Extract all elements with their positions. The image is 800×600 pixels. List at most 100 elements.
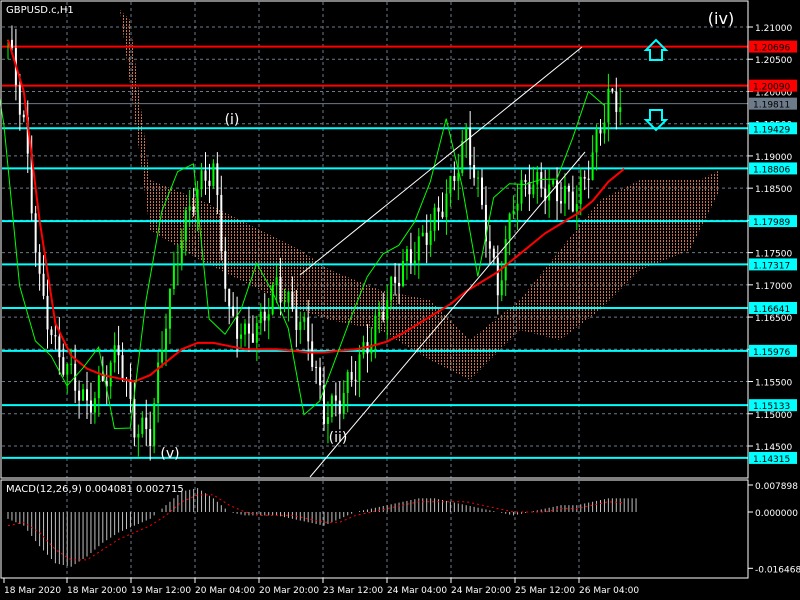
price-bar-body [161, 350, 164, 363]
price-bar-body [449, 175, 452, 194]
price-bar-body [287, 291, 290, 303]
price-bar-body [409, 249, 412, 264]
price-bar-body [599, 129, 602, 134]
price-bar-body [437, 207, 440, 212]
time-label: 20 Mar 20:00 [259, 586, 319, 596]
price-bar-body [145, 417, 148, 430]
macd-tick-label: 0.007898 [755, 482, 798, 492]
price-chart[interactable]: 1.210001.205001.200001.195001.190001.185… [0, 0, 800, 600]
price-bar-body [583, 176, 586, 179]
price-bar-body [433, 207, 436, 231]
time-label: 23 Mar 12:00 [323, 586, 383, 596]
cyan-level-tag-label: 1.17989 [753, 218, 790, 228]
price-bar-body [512, 210, 515, 214]
cyan-level-tag-label: 1.15133 [753, 402, 790, 412]
price-bar-body [275, 277, 278, 286]
price-bar-body [477, 177, 480, 179]
price-bar-body [492, 248, 495, 258]
price-bar-body [46, 295, 49, 330]
price-bar-body [82, 389, 85, 401]
time-label: 26 Mar 04:00 [579, 586, 639, 596]
price-bar-body [295, 309, 298, 330]
price-bar-body [354, 379, 357, 381]
price-bar-body [172, 265, 175, 290]
time-label: 19 Mar 12:00 [131, 586, 191, 596]
price-bar-body [500, 280, 503, 296]
price-bar-body [117, 345, 120, 356]
cyan-level-tag-label: 1.16641 [753, 305, 790, 315]
price-bar-body [358, 354, 361, 381]
wave-label-iv: (iv) [708, 9, 734, 28]
price-bar-body [441, 211, 444, 218]
price-bar-body [208, 180, 211, 186]
price-bar-body [97, 375, 100, 399]
price-bar-body [54, 335, 57, 337]
price-bar-body [587, 178, 590, 180]
price-bar-body [394, 276, 397, 283]
price-bar-body [615, 91, 618, 112]
time-label: 18 Mar 20:00 [67, 586, 127, 596]
price-bar-body [579, 176, 582, 205]
price-bar-body [137, 433, 140, 438]
price-tick-label: 1.18500 [755, 185, 792, 195]
price-bar-body [165, 328, 167, 351]
price-bar-body [445, 193, 448, 218]
price-bar-body [453, 175, 456, 182]
price-tick-label: 1.19000 [755, 153, 792, 163]
price-bar-body [402, 261, 404, 287]
time-label: 25 Mar 12:00 [515, 586, 575, 596]
price-bar-body [591, 152, 594, 180]
time-label: 18 Mar 2020 [4, 586, 61, 596]
price-bar-body [168, 289, 171, 329]
price-bar-body [330, 395, 333, 418]
price-bar-body [153, 403, 156, 446]
price-bar-body [18, 85, 21, 115]
price-bar-body [89, 400, 92, 413]
price-bar-body [204, 170, 207, 181]
price-bar-body [62, 357, 65, 375]
price-bar-body [34, 213, 37, 253]
price-bar-body [536, 172, 539, 185]
price-bar-body [251, 333, 254, 343]
cyan-level-tag-label: 1.17317 [753, 261, 790, 271]
price-bar-body [70, 363, 73, 365]
price-bar-body [611, 88, 614, 92]
price-bar-body [528, 182, 531, 195]
price-bar-body [603, 122, 606, 134]
price-bar-body [382, 311, 385, 320]
wave-label-v: (v) [160, 446, 179, 462]
price-bar-body [240, 334, 243, 339]
price-bar-body [10, 39, 13, 49]
price-bar-body [520, 179, 523, 204]
time-label: 24 Mar 04:00 [387, 586, 447, 596]
price-bar-body [461, 140, 464, 174]
price-tick-label: 1.20500 [755, 56, 792, 66]
price-bar-body [342, 392, 345, 414]
price-tick-label: 1.15000 [755, 411, 792, 421]
price-bar-body [374, 315, 377, 345]
price-bar-body [58, 336, 61, 358]
wave-label-i: (i) [225, 112, 240, 128]
price-bar-body [78, 390, 81, 401]
price-bar-body [86, 389, 88, 401]
macd-tick-label: 0.000000 [755, 509, 798, 519]
price-bar-body [149, 429, 152, 446]
price-bar-body [496, 257, 499, 296]
price-bar-body [595, 129, 598, 153]
price-bar-body [405, 249, 408, 262]
price-bar-body [421, 232, 424, 237]
current-price-label: 1.19811 [753, 101, 790, 111]
price-bar-body [109, 362, 112, 387]
price-bar-body [212, 163, 215, 186]
price-bar-body [299, 321, 302, 330]
cyan-level-tag-label: 1.15976 [753, 348, 790, 358]
price-tick-label: 1.17500 [755, 250, 792, 260]
price-bar-body [390, 276, 393, 300]
macd-label: MACD(12,26,9) 0.004081 0.002715 [6, 484, 184, 495]
price-bar-body [319, 367, 322, 386]
price-bar-body [571, 191, 574, 212]
cyan-level-tag-label: 1.19429 [753, 125, 790, 135]
price-bar-body [121, 355, 124, 380]
price-tick-label: 1.14500 [755, 443, 792, 453]
price-bar-body [220, 194, 223, 252]
